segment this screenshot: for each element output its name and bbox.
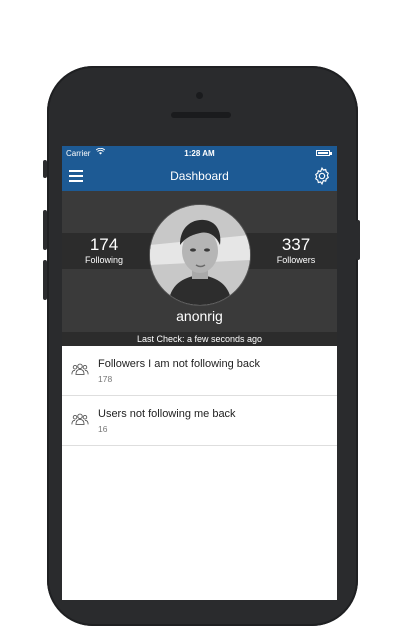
page-title: Dashboard	[170, 169, 229, 183]
status-bar: Carrier 1:28 AM	[62, 146, 337, 161]
battery-icon	[316, 150, 332, 156]
list-item-not-following-back[interactable]: Followers I am not following back 178	[62, 346, 337, 396]
mute-switch	[43, 160, 47, 178]
following-stat[interactable]: 174 Following	[64, 235, 144, 266]
volume-up-button	[43, 210, 47, 250]
earpiece-speaker	[171, 112, 231, 118]
users-group-icon	[71, 413, 89, 425]
list-item-title: Followers I am not following back	[98, 358, 261, 370]
list-item-count: 16	[98, 424, 108, 434]
users-group-icon	[71, 363, 89, 375]
followers-label: Followers	[276, 255, 316, 265]
list-item-count: 178	[98, 374, 113, 384]
list-item-title: Users not following me back	[98, 408, 236, 420]
volume-down-button	[43, 260, 47, 300]
followers-stat[interactable]: 337 Followers	[256, 235, 336, 266]
clock: 1:28 AM	[184, 149, 215, 158]
front-camera	[196, 92, 203, 99]
last-check-text: Last Check: a few seconds ago	[62, 332, 337, 346]
navigation-bar: Dashboard	[62, 161, 337, 191]
list-item-not-following-me[interactable]: Users not following me back 16	[62, 396, 337, 446]
power-button	[356, 220, 360, 260]
following-label: Following	[84, 255, 124, 265]
gear-icon[interactable]	[312, 166, 332, 186]
username: anonrig	[176, 308, 223, 324]
profile-header: 174 Following 337 Followers anonrig Last…	[62, 191, 337, 346]
avatar	[150, 205, 250, 305]
followers-count: 337	[281, 235, 311, 254]
app-screen: Carrier 1:28 AM Dashboard 174 Following	[62, 146, 337, 600]
avatar-photo	[150, 205, 250, 305]
dashboard-list: Followers I am not following back 178 Us…	[62, 346, 337, 446]
following-count: 174	[89, 235, 119, 254]
